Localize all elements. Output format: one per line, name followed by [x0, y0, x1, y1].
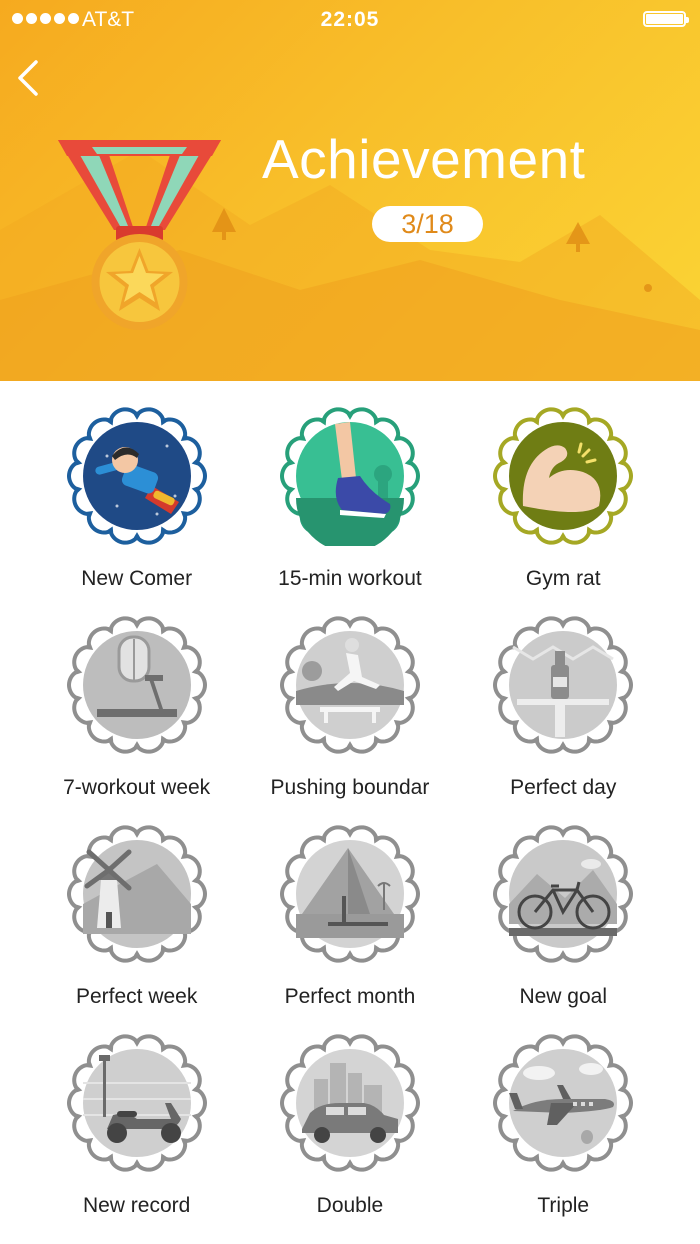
- badge-label: Double: [316, 1194, 384, 1217]
- badge-7-workout-week[interactable]: 7-workout week: [30, 615, 243, 824]
- page-title: Achievement: [262, 128, 586, 190]
- badge-label: Pushing boundar: [270, 776, 430, 799]
- windmill-icon: [66, 824, 207, 964]
- hurdle-runner-icon: [279, 615, 420, 755]
- chevron-left-icon: [18, 60, 38, 96]
- treadmill-icon: [66, 615, 207, 755]
- status-bar: AT&T 22:05: [0, 0, 700, 40]
- badge-label: New Comer: [81, 567, 193, 590]
- badge-label: New goal: [519, 985, 608, 1008]
- badge-perfect-month[interactable]: Perfect month: [243, 824, 456, 1033]
- running-shoe-icon: [279, 406, 420, 546]
- badge-label: Perfect month: [284, 985, 416, 1008]
- badge-grid: New Comer 15-min workout Gym rat 7-worko…: [30, 406, 670, 1242]
- progress-counter: 3/18: [372, 206, 483, 242]
- badge-new-comer[interactable]: New Comer: [30, 406, 243, 615]
- badge-label: Triple: [537, 1194, 590, 1217]
- badge-15-min-workout[interactable]: 15-min workout: [243, 406, 456, 615]
- airplane-icon: [493, 1033, 634, 1173]
- superhero-icon: [66, 406, 207, 546]
- badge-label: Perfect week: [75, 985, 198, 1008]
- flexed-bicep-icon: [493, 406, 634, 546]
- scooter-icon: [66, 1033, 207, 1173]
- badge-label: New record: [82, 1194, 191, 1217]
- badge-label: 15-min workout: [278, 567, 422, 590]
- car-city-icon: [279, 1033, 420, 1173]
- pyramid-icon: [279, 824, 420, 964]
- back-button[interactable]: [10, 56, 50, 100]
- achievement-header: AT&T 22:05 Achievement 3/18: [0, 0, 700, 381]
- badge-triple[interactable]: Triple: [457, 1033, 670, 1242]
- bicycle-icon: [493, 824, 634, 964]
- wine-bottle-icon: [493, 615, 634, 755]
- badge-label: 7-workout week: [63, 776, 211, 799]
- badge-new-goal[interactable]: New goal: [457, 824, 670, 1033]
- badge-pushing-boundar[interactable]: Pushing boundar: [243, 615, 456, 824]
- badge-double[interactable]: Double: [243, 1033, 456, 1242]
- battery-icon: [643, 11, 689, 27]
- badge-new-record[interactable]: New record: [30, 1033, 243, 1242]
- badge-perfect-week[interactable]: Perfect week: [30, 824, 243, 1033]
- badge-perfect-day[interactable]: Perfect day: [457, 615, 670, 824]
- status-time: 22:05: [320, 8, 380, 31]
- badge-label: Perfect day: [510, 776, 617, 799]
- gold-medal-icon: [58, 140, 221, 330]
- badge-gym-rat[interactable]: Gym rat: [457, 406, 670, 615]
- badge-label: Gym rat: [525, 567, 601, 590]
